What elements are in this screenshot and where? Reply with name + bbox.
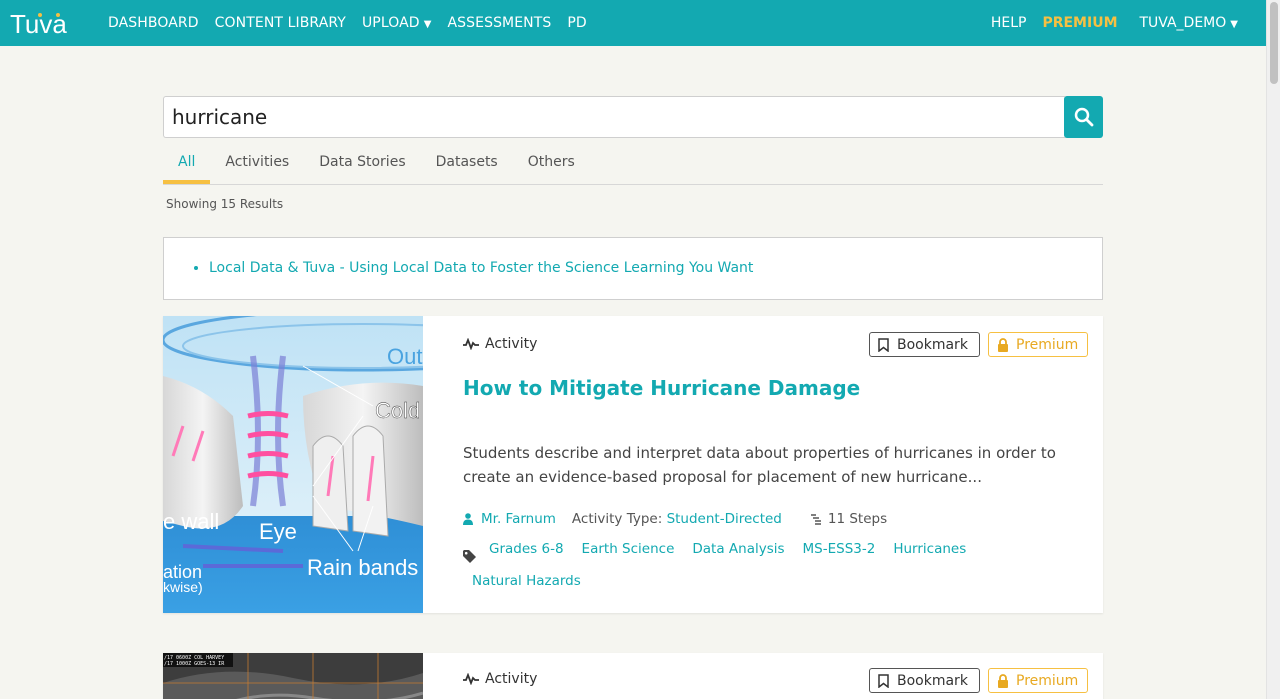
nav-content-library[interactable]: CONTENT LIBRARY <box>207 15 354 31</box>
card-thumbnail[interactable]: /17 0600Z COL HARVEY /17 1000Z GOES-13 I… <box>163 653 423 699</box>
bookmark-label: Bookmark <box>897 336 968 353</box>
nav-pd[interactable]: PD <box>559 15 594 31</box>
step-count-label: 11 Steps <box>827 511 888 527</box>
svg-text:Cold: Cold <box>375 398 420 423</box>
caret-down-icon: ▼ <box>1230 19 1238 30</box>
card-type: Activity <box>463 336 537 352</box>
premium-label: Premium <box>1016 336 1079 353</box>
author-link[interactable]: Mr. Farnum <box>463 511 556 527</box>
tag-grades[interactable]: Grades 6-8 <box>489 540 564 558</box>
nav-help[interactable]: HELP <box>983 15 1035 31</box>
author-name: Mr. Farnum <box>481 511 556 527</box>
bookmark-button[interactable]: Bookmark <box>869 332 980 357</box>
bookmark-label: Bookmark <box>897 672 968 689</box>
search-bar <box>163 96 1103 138</box>
nav-dashboard[interactable]: DASHBOARD <box>100 15 207 31</box>
tag-natural-hazards[interactable]: Natural Hazards <box>472 572 581 590</box>
search-button[interactable] <box>1064 96 1103 138</box>
nav-upload-label: UPLOAD <box>361 15 420 31</box>
activity-pulse-icon <box>463 338 479 350</box>
svg-text:kwise): kwise) <box>163 579 203 595</box>
card-type-label: Activity <box>485 336 538 352</box>
premium-button[interactable]: Premium <box>988 332 1088 357</box>
user-name: TUVA_DEMO <box>1139 15 1227 31</box>
page-scrollbar[interactable] <box>1266 0 1280 699</box>
svg-text:e wall: e wall <box>163 509 219 534</box>
premium-button[interactable]: Premium <box>988 668 1088 693</box>
result-count: Showing 15 Results <box>166 197 284 211</box>
tab-all[interactable]: All <box>163 140 211 184</box>
nav-right: HELP PREMIUM TUVA_DEMO ▼ <box>983 0 1246 46</box>
tag-hurricanes[interactable]: Hurricanes <box>893 540 966 558</box>
card-title[interactable]: How to Mitigate Hurricane Damage <box>463 376 860 400</box>
notice-box: Local Data & Tuva - Using Local Data to … <box>163 237 1103 300</box>
notice-list: Local Data & Tuva - Using Local Data to … <box>209 260 753 276</box>
tab-data-stories[interactable]: Data Stories <box>304 140 420 184</box>
main-nav: DASHBOARD CONTENT LIBRARY UPLOAD ▼ ASSESS… <box>100 0 595 46</box>
card-tags: Grades 6-8 Earth Science Data Analysis M… <box>463 540 1083 604</box>
user-icon <box>463 513 473 525</box>
bookmark-button[interactable]: Bookmark <box>869 668 980 693</box>
lock-icon <box>997 673 1009 688</box>
tab-activities[interactable]: Activities <box>210 140 304 184</box>
tag-data-analysis[interactable]: Data Analysis <box>692 540 784 558</box>
svg-text:Rain bands: Rain bands <box>307 555 418 580</box>
search-input[interactable] <box>163 96 1065 138</box>
search-icon <box>1074 107 1093 127</box>
steps-list-icon <box>810 513 822 525</box>
tab-others[interactable]: Others <box>513 140 590 184</box>
svg-text:Eye: Eye <box>259 519 297 544</box>
result-tabs: All Activities Data Stories Datasets Oth… <box>163 140 1103 185</box>
step-count: 11 Steps <box>810 511 887 527</box>
bookmark-icon <box>878 673 889 688</box>
nav-upload[interactable]: UPLOAD ▼ <box>354 15 440 31</box>
tuva-logo-icon[interactable]: Tuva <box>10 7 76 39</box>
tag-ms-ess3-2[interactable]: MS-ESS3-2 <box>803 540 876 558</box>
card-meta: Mr. Farnum Activity Type: Student-Direct… <box>463 511 887 527</box>
svg-text:Out: Out <box>387 344 422 369</box>
bookmark-icon <box>878 337 889 352</box>
nav-premium[interactable]: PREMIUM <box>1034 15 1125 31</box>
user-menu[interactable]: TUVA_DEMO ▼ <box>1132 15 1247 31</box>
satellite-image: /17 0600Z COL HARVEY /17 1000Z GOES-13 I… <box>163 653 423 699</box>
card-type: Activity <box>463 671 537 687</box>
svg-text:/17 1000Z GOES-13 IR: /17 1000Z GOES-13 IR <box>164 661 225 667</box>
premium-label: Premium <box>1016 672 1079 689</box>
card-type-label: Activity <box>485 671 538 687</box>
notice-link[interactable]: Local Data & Tuva - Using Local Data to … <box>209 260 753 276</box>
lock-icon <box>997 337 1009 352</box>
activity-type-value[interactable]: Student-Directed <box>667 511 782 527</box>
tab-datasets[interactable]: Datasets <box>421 140 513 184</box>
hurricane-diagram-image: Out Cold e wall Eye Rain bands ation kwi… <box>163 316 423 613</box>
result-card[interactable]: /17 0600Z COL HARVEY /17 1000Z GOES-13 I… <box>163 653 1103 699</box>
nav-assessments[interactable]: ASSESSMENTS <box>439 15 559 31</box>
scrollbar-thumb[interactable] <box>1270 2 1278 84</box>
tag-icon <box>463 547 477 565</box>
activity-pulse-icon <box>463 673 479 685</box>
tag-earth-science[interactable]: Earth Science <box>582 540 675 558</box>
activity-type-label: Activity Type: <box>571 511 663 527</box>
activity-type: Activity Type: Student-Directed <box>572 511 782 527</box>
card-thumbnail[interactable]: Out Cold e wall Eye Rain bands ation kwi… <box>163 316 423 613</box>
result-card[interactable]: Out Cold e wall Eye Rain bands ation kwi… <box>163 316 1103 613</box>
card-description: Students describe and interpret data abo… <box>463 444 1056 486</box>
caret-down-icon: ▼ <box>423 19 432 30</box>
top-navbar: Tuva DASHBOARD CONTENT LIBRARY UPLOAD ▼ A… <box>0 0 1266 46</box>
